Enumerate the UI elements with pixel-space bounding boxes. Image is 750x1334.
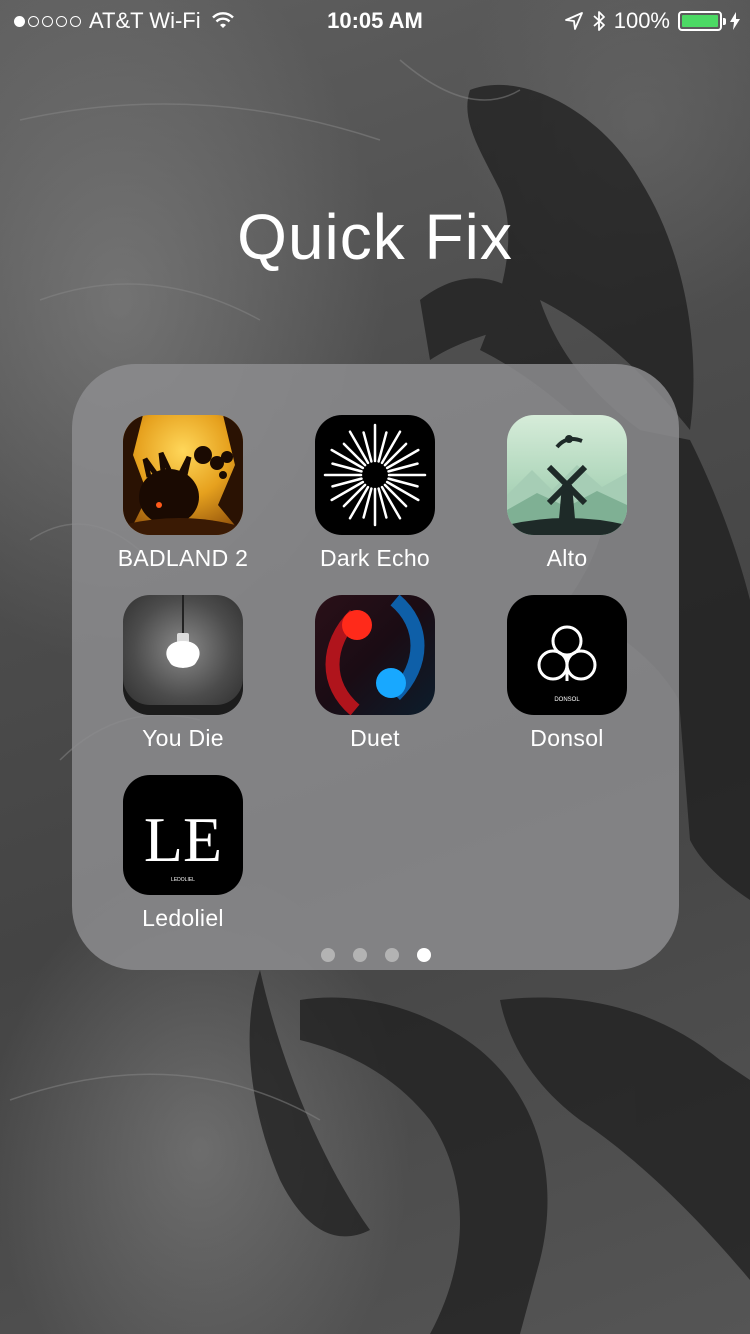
page-dot[interactable] bbox=[384, 948, 399, 962]
app-label: You Die bbox=[142, 725, 224, 751]
app-label: Duet bbox=[350, 725, 400, 751]
app-label: Donsol bbox=[530, 725, 604, 751]
badland-2-icon bbox=[123, 415, 243, 535]
page-dot-current[interactable] bbox=[416, 948, 431, 962]
app-label: BADLAND 2 bbox=[117, 545, 249, 571]
you-die-icon bbox=[123, 595, 243, 715]
location-arrow-icon bbox=[564, 12, 583, 30]
page-dot[interactable] bbox=[320, 948, 335, 962]
folder-panel: BADLAND 2 Dark Echo Alto You Die Duet DO… bbox=[72, 364, 679, 970]
ledoliel-icon: LE LEDOLIEL bbox=[123, 775, 243, 895]
app-badland-2[interactable]: BADLAND 2 bbox=[103, 415, 263, 572]
alto-icon bbox=[507, 415, 627, 535]
ledoliel-mark: LE bbox=[144, 804, 222, 875]
app-dark-echo[interactable]: Dark Echo bbox=[295, 415, 455, 572]
ledoliel-wordmark: LEDOLIEL bbox=[171, 877, 195, 883]
app-donsol[interactable]: DONSOL Donsol bbox=[487, 595, 647, 752]
donsol-wordmark: DONSOL bbox=[554, 697, 580, 703]
donsol-icon: DONSOL bbox=[507, 595, 627, 715]
page-dot[interactable] bbox=[352, 948, 367, 962]
bluetooth-icon bbox=[593, 11, 605, 31]
battery-icon bbox=[678, 11, 726, 31]
dark-echo-icon bbox=[315, 415, 435, 535]
status-bar: AT&T Wi-Fi 10:05 AM 100% bbox=[0, 0, 750, 40]
charging-bolt-icon bbox=[730, 12, 740, 30]
folder-title[interactable]: Quick Fix bbox=[0, 200, 750, 274]
app-label: Dark Echo bbox=[319, 545, 431, 571]
app-label: Ledoliel bbox=[142, 905, 224, 931]
app-alto[interactable]: Alto bbox=[487, 415, 647, 572]
page-indicator[interactable] bbox=[72, 948, 679, 962]
app-ledoliel[interactable]: LE LEDOLIEL Ledoliel bbox=[103, 775, 263, 932]
app-you-die[interactable]: You Die bbox=[103, 595, 263, 752]
app-duet[interactable]: Duet bbox=[295, 595, 455, 752]
app-label: Alto bbox=[546, 545, 588, 571]
battery-percent: 100% bbox=[613, 8, 670, 33]
duet-icon bbox=[315, 595, 435, 715]
